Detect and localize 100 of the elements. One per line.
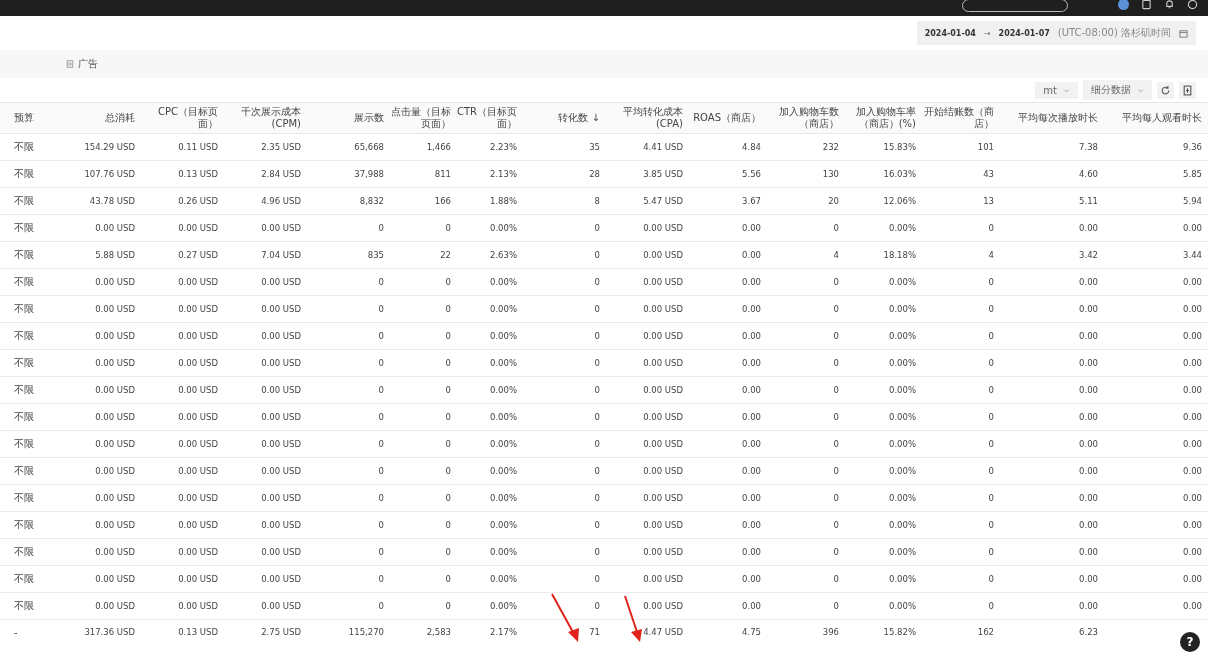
- table-cell-text: 不限: [13, 167, 35, 181]
- table-cell-text: 0.00: [1078, 601, 1098, 611]
- export-button[interactable]: [1179, 81, 1196, 99]
- column-header[interactable]: 平均每次播放时长: [994, 112, 1098, 124]
- table-cell-text: 0.00%: [888, 304, 916, 314]
- dropdown-button[interactable]: 细分数据: [1083, 80, 1152, 100]
- document-icon[interactable]: [1141, 0, 1152, 10]
- table-cell-text: 0: [444, 304, 451, 314]
- table-cell-text: 0.00%: [489, 520, 517, 530]
- column-header[interactable]: 总消耗: [60, 112, 135, 124]
- table-cell-text: 0: [377, 574, 384, 584]
- table-cell-text: 0.00 USD: [642, 493, 683, 503]
- column-header[interactable]: 转化数 ↓: [517, 112, 600, 124]
- table-cell-text: 3.67: [741, 196, 761, 206]
- column-header[interactable]: CTR（目标页面）: [451, 106, 517, 130]
- column-header[interactable]: 平均转化成本 (CPA): [600, 106, 683, 130]
- table-cell-text: 0.00: [1078, 493, 1098, 503]
- table-cell-text: 0: [377, 547, 384, 557]
- table-cell-text: 0.00 USD: [177, 493, 218, 503]
- table-cell-text: 0.00 USD: [260, 466, 301, 476]
- table-cell-text: 0: [593, 250, 600, 260]
- table-cell-text: 0: [377, 385, 384, 395]
- table-cell-text: 0.00: [741, 412, 761, 422]
- table-cell-text: 7.38: [1078, 142, 1098, 152]
- table-cell-text: 不限: [13, 437, 35, 451]
- total-cell-text: 115,270: [347, 627, 384, 637]
- table-cell-text: 0: [593, 277, 600, 287]
- refresh-button[interactable]: [1157, 81, 1174, 99]
- table-cell-text: 0.00 USD: [642, 304, 683, 314]
- table-cell-text: 0.00%: [888, 223, 916, 233]
- column-header[interactable]: CPC（目标页面）: [135, 106, 218, 130]
- table-cell-text: 0: [987, 331, 994, 341]
- table-cell-text: 0: [987, 601, 994, 611]
- column-header[interactable]: 展示数: [301, 112, 384, 124]
- column-header[interactable]: 平均每人观看时长: [1098, 112, 1202, 124]
- table-cell-text: 0: [377, 277, 384, 287]
- table-cell-text: 0.00%: [888, 520, 916, 530]
- timezone-label: (UTC-08:00) 洛杉矶时间: [1057, 26, 1171, 40]
- table-cell-text: 0.00: [1078, 223, 1098, 233]
- table-cell-text: 0: [377, 439, 384, 449]
- start-date: 2024-01-04: [924, 28, 976, 38]
- table-cell-text: 1.88%: [489, 196, 517, 206]
- calendar-icon: [1179, 28, 1188, 38]
- table-cell-text: 0.00: [1078, 520, 1098, 530]
- table-cell-text: 0.00: [741, 601, 761, 611]
- arrow-annotation: [624, 595, 642, 642]
- table-cell-text: 0.00 USD: [177, 574, 218, 584]
- column-header[interactable]: 预算: [0, 112, 60, 124]
- table-cell-text: 0.00 USD: [642, 574, 683, 584]
- dropdown-button[interactable]: mt: [1035, 81, 1078, 99]
- table-cell-text: 0.00 USD: [260, 277, 301, 287]
- table-cell-text: 0: [832, 304, 839, 314]
- table-cell-text: 不限: [13, 572, 35, 586]
- table-cell-text: 0: [832, 466, 839, 476]
- breadcrumb-label[interactable]: 广告: [78, 57, 98, 71]
- table-cell-text: 0.00: [1182, 358, 1202, 368]
- table-cell-text: 5.47 USD: [642, 196, 683, 206]
- table-cell-text: 0.00%: [888, 601, 916, 611]
- column-header[interactable]: 开始结账数（商店）: [916, 106, 994, 130]
- table-cell-text: 不限: [13, 329, 35, 343]
- column-header[interactable]: 千次展示成本 (CPM): [218, 106, 301, 130]
- table-cell-text: 0: [593, 601, 600, 611]
- table-cell-text: 0.00 USD: [642, 547, 683, 557]
- arrow-annotation: [551, 593, 579, 642]
- table-cell-text: 0.00%: [489, 304, 517, 314]
- table-cell-text: 0.00 USD: [260, 520, 301, 530]
- table-cell-text: 0.00 USD: [94, 601, 135, 611]
- total-cell-text: 15.82%: [882, 627, 916, 637]
- table-cell-text: 37,988: [353, 169, 384, 179]
- column-header[interactable]: ROAS（商店）: [683, 112, 761, 124]
- table-cell-text: 0.00: [741, 385, 761, 395]
- table-cell-text: 0.00 USD: [177, 277, 218, 287]
- table-cell-text: 0.00 USD: [94, 547, 135, 557]
- table-cell-text: 不限: [13, 491, 35, 505]
- table-cell-text: 0.00 USD: [642, 250, 683, 260]
- column-header[interactable]: 加入购物车数（商店）: [761, 106, 839, 130]
- table-cell-text: 0: [987, 547, 994, 557]
- avatar-icon[interactable]: [1118, 0, 1129, 10]
- table-cell-text: 0.00: [1078, 331, 1098, 341]
- table-cell-text: 0.00%: [888, 466, 916, 476]
- table-cell-text: 0.00 USD: [94, 304, 135, 314]
- help-button[interactable]: ?: [1180, 632, 1200, 652]
- table-cell-text: 不限: [13, 518, 35, 532]
- table-cell-text: 0.00 USD: [177, 466, 218, 476]
- table-cell-text: 0.00%: [489, 439, 517, 449]
- column-header[interactable]: 点击量（目标页面）: [384, 106, 451, 130]
- bell-icon[interactable]: [1164, 0, 1175, 10]
- column-header[interactable]: 加入购物车率（商店）(%): [839, 106, 916, 130]
- table-cell-text: 0.00 USD: [260, 385, 301, 395]
- table-cell-text: 0: [987, 493, 994, 503]
- table-cell-text: 12.06%: [882, 196, 916, 206]
- table-cell-text: 0.00: [1182, 277, 1202, 287]
- table-cell-text: 0.00: [1182, 520, 1202, 530]
- table-cell-text: 0.00%: [489, 358, 517, 368]
- table-cell-text: 0.00%: [489, 277, 517, 287]
- table-cell-text: 0.00 USD: [177, 385, 218, 395]
- table-cell-text: 0.00%: [888, 331, 916, 341]
- table-cell-text: 0: [377, 304, 384, 314]
- table-cell-text: 0.00 USD: [94, 466, 135, 476]
- date-range-picker[interactable]: 2024-01-04 → 2024-01-07 (UTC-08:00) 洛杉矶时间: [916, 21, 1196, 45]
